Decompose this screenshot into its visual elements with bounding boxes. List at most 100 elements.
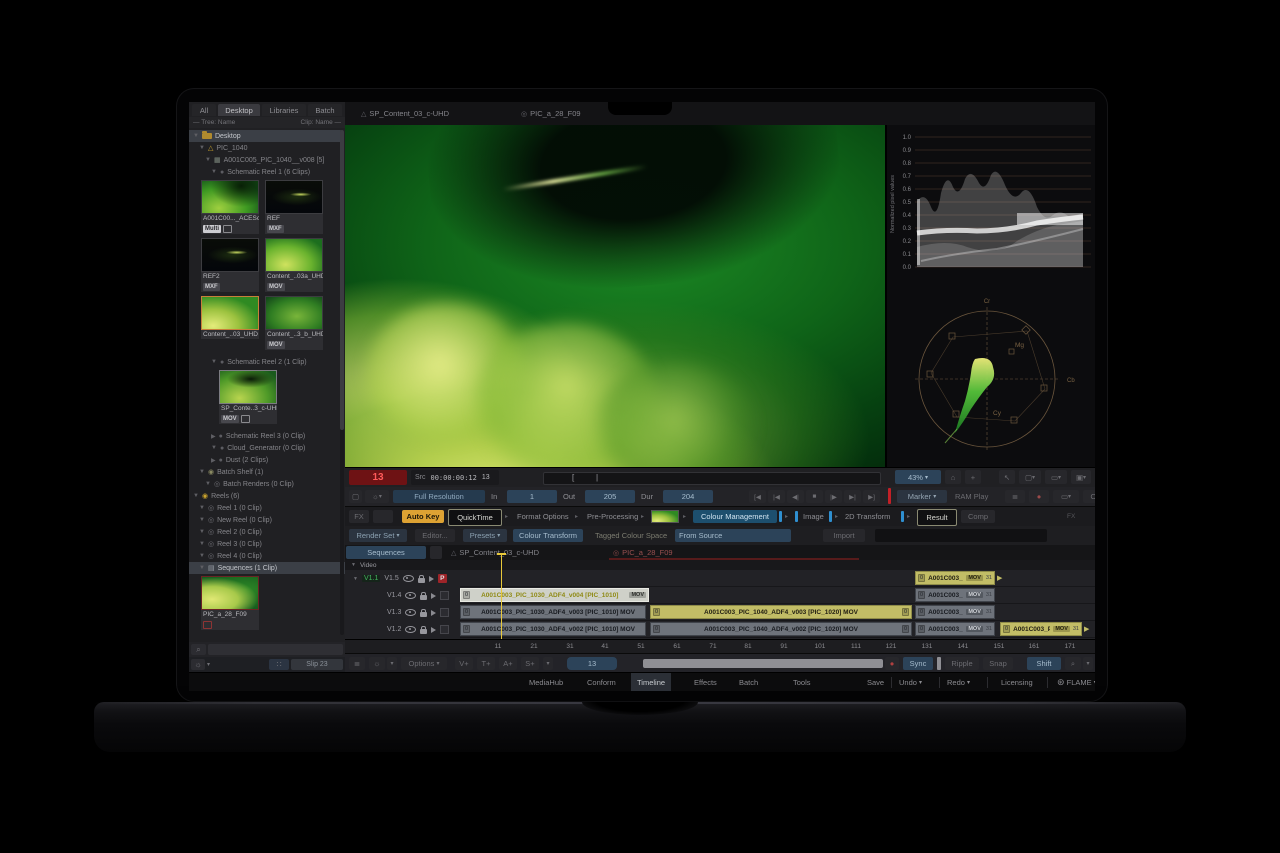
expand-arrow-icon[interactable]: ▼ [211, 445, 217, 451]
menu-effects[interactable]: Effects [688, 673, 723, 691]
link-toggle-button[interactable]: ● [885, 657, 899, 670]
expand-arrow-icon[interactable]: ▼ [193, 493, 199, 499]
dropdown-icon[interactable]: ▾ [387, 657, 397, 670]
presets-select[interactable]: Presets ▾ [463, 529, 507, 542]
mute-button[interactable]: ● [1029, 490, 1049, 503]
from-source-field[interactable]: From Source [675, 529, 791, 542]
sequences-button[interactable]: Sequences [346, 546, 426, 559]
clip-thumbnail[interactable]: REF MXF [265, 180, 323, 234]
expand-arrow-icon[interactable]: ▼ [193, 133, 199, 139]
flame-brand-menu[interactable]: ⊛ FLAME ▾ [1051, 673, 1095, 691]
collapse-arrow-icon[interactable]: ▶ [211, 433, 216, 440]
gear-icon[interactable]: ☼ [369, 657, 385, 670]
goto-in-button[interactable]: [◀ [749, 490, 766, 503]
timeline-clip[interactable]: 0 A001C003_PIC.. MOV 31 [915, 622, 995, 636]
grid-view-icon[interactable]: ∷ [269, 659, 289, 670]
viewer-tab-sp-content[interactable]: △ SP_Content_03_c-UHD [361, 106, 449, 121]
home-view-button[interactable]: ⌂ [945, 470, 961, 484]
speaker-icon[interactable] [429, 576, 434, 582]
tree-item-sequences[interactable]: ▼▤Sequences (1 Clip) [189, 562, 349, 574]
speaker-icon[interactable] [431, 610, 436, 616]
image-button[interactable]: Image [803, 510, 824, 523]
tools-dropdown-button[interactable]: ▭▾ [1053, 490, 1079, 503]
expand-arrow-icon[interactable]: ▼ [199, 517, 205, 523]
timeline-clip-selected[interactable]: 0 A001C003_PIC_1030_ADF4_v004 [PIC_1010]… [460, 588, 649, 602]
pointer-tool-button[interactable]: ↖ [999, 470, 1015, 484]
timeline-options-select[interactable]: Options ▾ [401, 657, 447, 670]
clip-thumbnail-selected[interactable]: Content_..03_UHD [201, 296, 259, 339]
menu-timeline[interactable]: Timeline [631, 673, 671, 691]
clip-thumbnail[interactable]: Content_..03a_UHD MOV [265, 238, 323, 292]
scrubber-bar[interactable]: [| [543, 472, 881, 485]
quicktime-node-button[interactable]: QuickTime [448, 509, 502, 526]
clip-thumbnail[interactable]: A001C00..._ACEScg Multi [201, 180, 259, 234]
pipeline-thumbnail[interactable] [651, 510, 679, 523]
pre-processing-button[interactable]: Pre-Processing [587, 510, 638, 523]
collapse-video-icon[interactable]: ▼ [351, 562, 356, 568]
eye-icon[interactable] [405, 592, 416, 599]
transform-2d-button[interactable]: 2D Transform [845, 510, 890, 523]
viewer-tab-pic-a-28[interactable]: ◎ PIC_a_28_F09 [521, 106, 581, 121]
tree-item-dust[interactable]: ▶●Dust (2 Clips) [189, 454, 361, 466]
expand-arrow-icon[interactable]: ▼ [211, 359, 217, 365]
tree-item-schematic-reel-1[interactable]: ▼ ● Schematic Reel 1 (6 Clips) [189, 166, 361, 178]
search-icon[interactable]: ⌕ [1065, 657, 1081, 670]
track-header[interactable]: V1.2 [345, 621, 460, 638]
prev-cut-button[interactable]: |◀ [768, 490, 785, 503]
tab-batch[interactable]: Batch [308, 104, 342, 116]
comp-view-button[interactable]: Comp [961, 510, 995, 523]
editor-button[interactable]: Editor... [415, 529, 455, 542]
speaker-icon[interactable] [431, 627, 436, 633]
tab-desktop[interactable]: Desktop [218, 104, 260, 116]
patch-slot[interactable] [440, 591, 449, 600]
import-path-field[interactable] [875, 529, 1047, 542]
timeline-clip[interactable]: 0 A001C003_PIC.. MOV 31 [915, 588, 995, 602]
tree-item-reels[interactable]: ▼◉Reels (6) [189, 490, 343, 502]
fx-tool-button[interactable] [373, 510, 393, 523]
current-frame-field[interactable]: 13 [349, 470, 407, 485]
expand-arrow-icon[interactable]: ▼ [199, 145, 205, 151]
timeline-clip-selected[interactable]: 0 A001C003_PIC_1040_ADF4_v003 [PIC_1020]… [650, 605, 912, 619]
expand-arrow-icon[interactable]: ▼ [205, 157, 211, 163]
sequence-thumbnail[interactable]: PIC_a_28_F09 [201, 576, 259, 630]
render-set-select[interactable]: Render Set ▾ [349, 529, 407, 542]
tree-item-reel-4[interactable]: ▼◎Reel 4 (0 Clip) [189, 550, 349, 562]
sequence-tab-1[interactable]: △ SP_Content_03_c-UHD [451, 545, 539, 560]
tree-item-reel-1[interactable]: ▼◎Reel 1 (0 Clip) [189, 502, 349, 514]
clip-thumbnail[interactable]: Content_..3_b_UHD MOV [265, 296, 323, 350]
track-header[interactable]: V1.3 [345, 604, 460, 621]
tree-item-cloud-generator[interactable]: ▼●Cloud_Generator (0 Clip) [189, 442, 361, 454]
duration-field[interactable]: 204 [663, 490, 713, 503]
track-name[interactable]: V1.1 [362, 575, 380, 582]
eye-icon[interactable] [405, 609, 416, 616]
dropdown-icon[interactable]: ▾ [1083, 657, 1093, 670]
timeline-clip[interactable]: 0 A001C003_PIC.. MOV 31 [915, 605, 995, 619]
tree-item-batch-shelf[interactable]: ▼◉Batch Shelf (1) [189, 466, 349, 478]
licensing-button[interactable]: Licensing [995, 673, 1039, 691]
patch-slot[interactable] [440, 625, 449, 634]
in-point-field[interactable]: 1 [507, 490, 557, 503]
fx-button[interactable]: FX [349, 510, 369, 523]
timeline-clip[interactable]: 0 A001C003_PIC_1040_ADF4_v002 [PIC_1020]… [650, 622, 912, 636]
media-panel-scrollbar[interactable] [340, 130, 344, 635]
import-button[interactable]: Import [823, 529, 865, 542]
playback-gear-button[interactable]: ☼▾ [365, 490, 389, 503]
add-subtitle-track-button[interactable]: S+ [521, 657, 539, 670]
clip-thumbnail[interactable]: REF2 MXF [201, 238, 259, 292]
viewer-zoom-select[interactable]: 43% ▾ [895, 470, 941, 484]
timeline-scrollbar[interactable] [643, 659, 883, 668]
dropdown-icon[interactable]: ▾ [543, 657, 553, 670]
expand-arrow-icon[interactable]: ▼ [211, 169, 217, 175]
timeline-ruler[interactable]: 11 21 31 41 51 61 71 81 91 101 111 121 1… [345, 639, 1095, 654]
undo-button[interactable]: Undo ▾ [893, 673, 928, 691]
expand-arrow-icon[interactable]: ▼ [199, 469, 205, 475]
loop-mode-button[interactable]: ≣ [1005, 490, 1025, 503]
menu-mediahub[interactable]: MediaHub [523, 673, 569, 691]
tree-item-new-reel[interactable]: ▼◎New Reel (0 Clip) [189, 514, 349, 526]
expand-arrow-icon[interactable]: ▼ [199, 565, 205, 571]
panel-toggle-button[interactable]: ▭▾ [1045, 470, 1067, 484]
add-text-track-button[interactable]: T+ [477, 657, 495, 670]
clip-name-sort[interactable]: Clip: Name — [301, 119, 341, 126]
step-forward-button[interactable]: |▶ [825, 490, 842, 503]
track-name[interactable]: V1.3 [387, 609, 401, 616]
